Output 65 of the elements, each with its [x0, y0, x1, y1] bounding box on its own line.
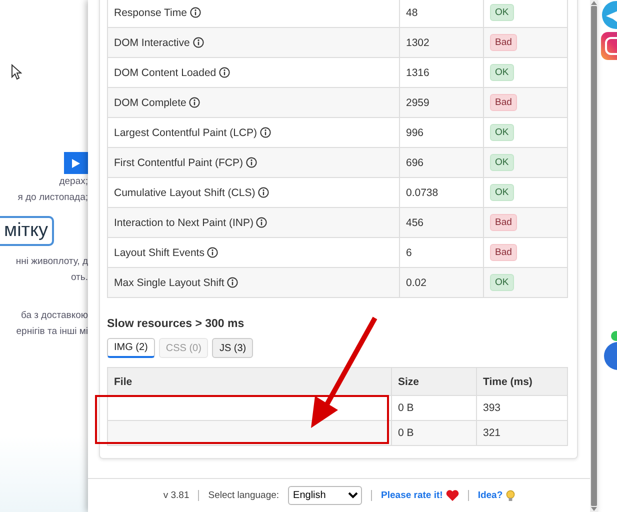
metric-name: First Contentful Paint (FCP) [114, 156, 243, 168]
tab[interactable]: IMG (2) [107, 338, 155, 358]
heart-icon [446, 490, 459, 501]
metric-name: Response Time [114, 6, 187, 18]
table-cell: 1302 [400, 28, 484, 58]
table-cell: 0 B [392, 420, 476, 446]
status-badge: OK [490, 4, 514, 21]
page-button[interactable]: мітку [0, 216, 54, 246]
metric-name: DOM Content Loaded [114, 66, 216, 78]
lightbulb-icon [506, 490, 515, 502]
table-cell: 321 [476, 420, 568, 446]
info-icon[interactable] [190, 7, 201, 18]
status-badge: OK [490, 184, 514, 201]
status-badge: OK [490, 124, 514, 141]
language-label: Select language: [208, 490, 280, 501]
info-icon[interactable] [258, 187, 270, 198]
rate-link[interactable]: Please rate it! [381, 490, 459, 501]
page-text: нні живоплоту, д [16, 255, 88, 269]
idea-link[interactable]: Idea? [478, 490, 515, 502]
info-icon[interactable] [189, 97, 200, 108]
section-title: Slow resources > 300 ms [107, 318, 246, 330]
status-badge: OK [490, 64, 514, 81]
telegram-icon[interactable] [600, 0, 617, 30]
info-icon[interactable] [260, 127, 271, 138]
metric-name: Cumulative Layout Shift (CLS) [114, 186, 256, 198]
info-icon[interactable] [256, 217, 268, 228]
info-icon[interactable] [207, 247, 218, 258]
status-badge: Bad [490, 214, 517, 231]
metric-name: DOM Complete [114, 96, 186, 108]
scroll-down-icon[interactable] [590, 506, 598, 512]
scroll-up-icon[interactable] [590, 0, 598, 6]
play-button[interactable] [64, 152, 88, 174]
column-header: Size [392, 368, 476, 396]
status-badge: OK [490, 274, 514, 291]
metric-name: Max Single Layout Shift [114, 276, 224, 288]
metric-name: Layout Shift Events [114, 246, 204, 258]
page-text: оть. [70, 271, 88, 285]
info-icon[interactable] [192, 37, 204, 48]
status-badge: Bad [490, 34, 517, 51]
table-cell: 2959 [400, 88, 484, 118]
page-text: я до листопада; [18, 191, 88, 205]
status-badge: OK [490, 154, 514, 171]
page-text: ернігів та інші мі [16, 325, 88, 339]
info-icon[interactable] [219, 67, 230, 78]
scrollbar-thumb[interactable] [591, 6, 597, 506]
table-cell: 0.02 [400, 268, 484, 298]
status-badge: Bad [490, 94, 517, 111]
column-header: Time (ms) [476, 368, 568, 396]
metric-name: DOM Interactive [114, 36, 190, 48]
language-select[interactable]: English [288, 486, 362, 505]
metric-name: Largest Contentful Paint (LCP) [114, 126, 257, 138]
table-cell: 696 [400, 148, 484, 178]
play-icon [72, 158, 80, 168]
info-icon[interactable] [227, 277, 238, 288]
page-text: дерах; [59, 175, 88, 189]
tab[interactable]: JS (3) [212, 338, 254, 358]
column-header: File [108, 368, 392, 396]
status-badge: Bad [490, 244, 517, 261]
info-icon[interactable] [246, 157, 257, 168]
cursor-icon [11, 64, 22, 80]
version-text: v 3.81 [163, 490, 190, 501]
metric-name: Interaction to Next Paint (INP) [114, 216, 254, 228]
page-text: ба з доставкою [21, 309, 88, 323]
table-cell: 456 [400, 208, 484, 238]
instagram-icon[interactable] [600, 30, 617, 62]
